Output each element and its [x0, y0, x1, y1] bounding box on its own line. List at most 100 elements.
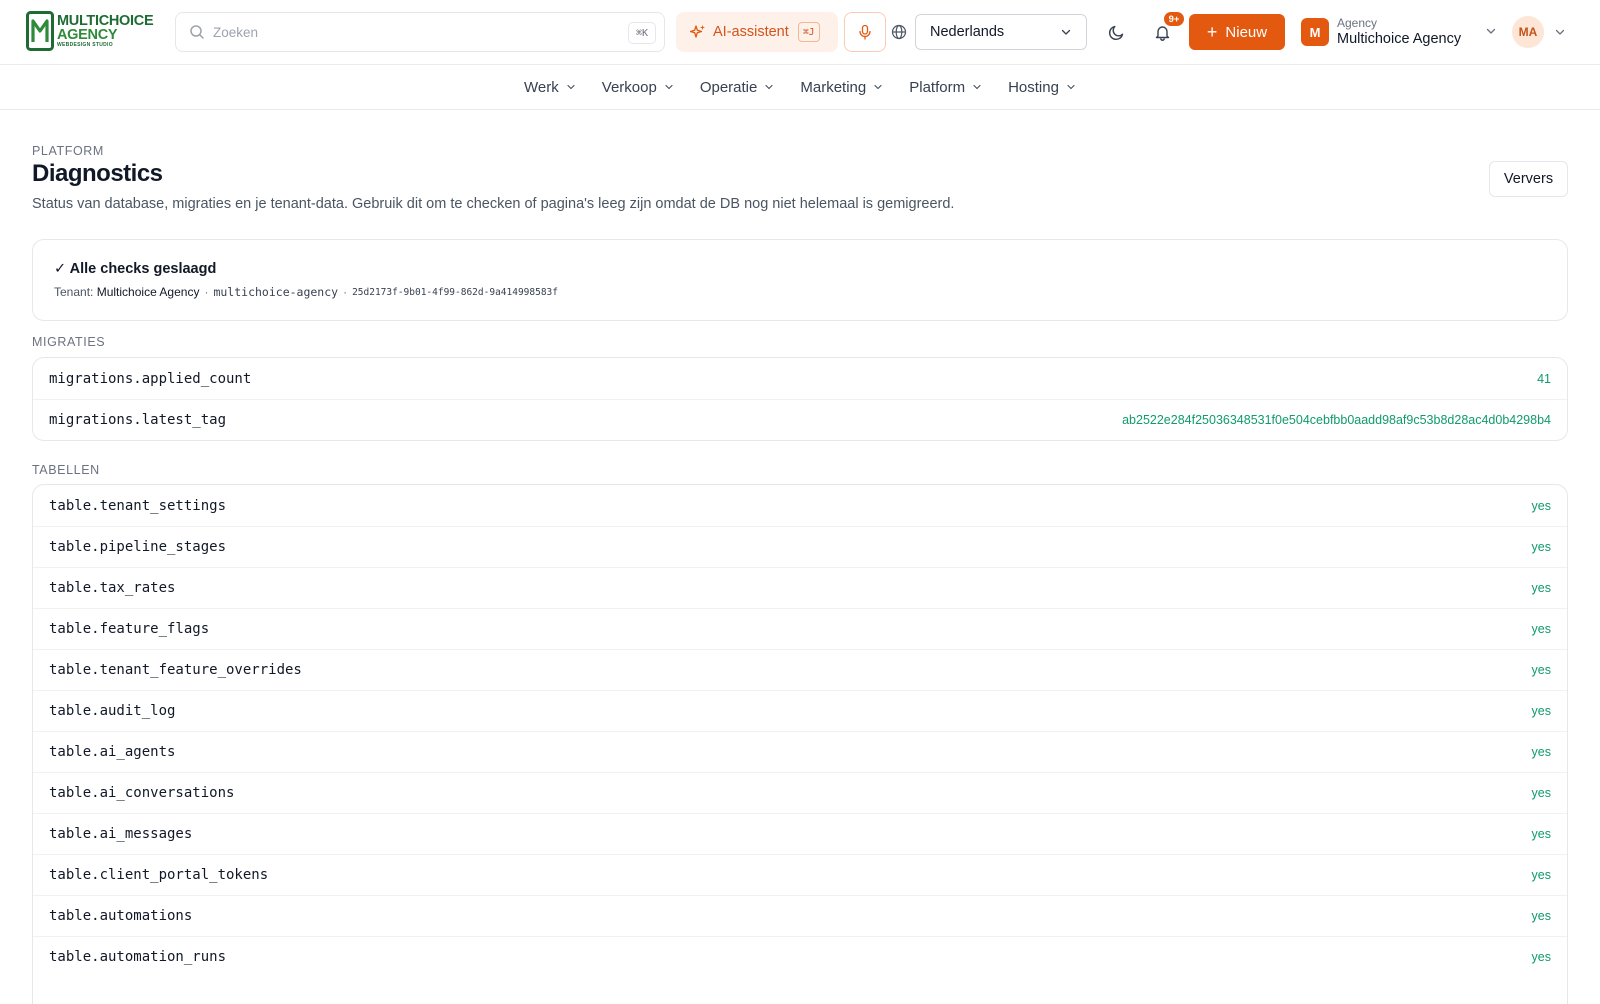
search-shortcut-hint: ⌘K: [628, 22, 656, 44]
new-item-button[interactable]: + Nieuw: [1189, 14, 1285, 50]
theme-toggle-button[interactable]: [1104, 20, 1128, 44]
breadcrumb: PLATFORM: [32, 144, 104, 158]
list-item: table.automation_runs yes: [33, 936, 1567, 977]
tenant-id: 25d2173f-9b01-4f99-862d-9a414998583f: [352, 286, 558, 298]
separator: ·: [343, 285, 348, 299]
chevron-down-icon: [874, 84, 882, 90]
check-key: table.tenant_settings: [49, 497, 227, 514]
nav-item-marketing[interactable]: Marketing: [800, 79, 883, 96]
global-search: ⌘K: [175, 12, 665, 52]
plus-icon: +: [1206, 22, 1218, 42]
tenant-name: Multichoice Agency: [96, 285, 200, 299]
language-select[interactable]: Nederlands: [915, 14, 1087, 50]
list-item: table.tax_rates yes: [33, 567, 1567, 608]
nav-item-werk[interactable]: Werk: [524, 79, 576, 96]
chevron-down-icon: [665, 84, 673, 90]
status-summary: ✓ Alle checks geslaagd: [54, 261, 217, 277]
list-item: table.feature_flags yes: [33, 608, 1567, 649]
user-menu[interactable]: MA: [1512, 16, 1568, 48]
avatar: MA: [1512, 16, 1544, 48]
check-key: table.tax_rates: [49, 580, 176, 596]
top-bar: MULTICHOICE AGENCY WEBDESIGN STUDIO ⌘K A…: [0, 0, 1600, 65]
check-key: table.client_portal_tokens: [49, 867, 269, 883]
check-value: yes: [1531, 909, 1551, 923]
nav-item-label: Platform: [909, 78, 966, 96]
nav-item-label: Hosting: [1008, 78, 1059, 96]
moon-icon: [1108, 25, 1123, 40]
list-item: migrations.applied_count 41: [33, 358, 1567, 399]
list-item: table.pipeline_stages yes: [33, 526, 1567, 567]
ai-shortcut-hint: ⌘J: [797, 22, 820, 42]
new-item-label: Nieuw: [1225, 23, 1268, 41]
nav-item-label: Operatie: [699, 78, 758, 96]
chevron-down-icon: [1067, 84, 1075, 90]
nav-item-label: Werk: [524, 78, 559, 96]
check-value: yes: [1531, 704, 1551, 718]
check-value: yes: [1531, 622, 1551, 636]
check-key: migrations.applied_count: [49, 370, 252, 387]
list-item: table.tenant_feature_overrides yes: [33, 649, 1567, 690]
check-value: yes: [1531, 663, 1551, 677]
nav-item-platform[interactable]: Platform: [909, 79, 982, 96]
chevron-down-icon: [973, 84, 981, 90]
microphone-icon: [859, 24, 871, 40]
list-item: table.client_portal_tokens yes: [33, 854, 1567, 895]
migrations-card: migrations.applied_count 41 migrations.l…: [32, 357, 1568, 441]
list-item: table.ai_conversations yes: [33, 772, 1567, 813]
check-value: 41: [1537, 371, 1551, 386]
globe-icon: [891, 24, 907, 40]
chevron-down-icon: [1061, 29, 1071, 35]
check-key: table.pipeline_stages: [49, 539, 227, 555]
separator: ·: [204, 285, 209, 299]
nav-item-operatie[interactable]: Operatie: [700, 79, 775, 96]
section-label-migrations: MIGRATIES: [32, 335, 106, 349]
check-value: yes: [1531, 786, 1551, 800]
list-item: table.automations yes: [33, 895, 1567, 936]
logo-text-secondary: AGENCY: [57, 26, 118, 43]
ai-assistant-button[interactable]: AI-assistent ⌘J: [676, 12, 838, 52]
check-value: yes: [1531, 498, 1551, 513]
search-input[interactable]: [213, 24, 613, 40]
status-card: ✓ Alle checks geslaagd Tenant: Multichoi…: [32, 239, 1568, 321]
language-select-value: Nederlands: [930, 24, 1005, 40]
check-key: table.feature_flags: [49, 621, 210, 637]
chevron-down-icon: [567, 84, 575, 90]
logo-mark-icon: [26, 11, 54, 51]
brand-logo[interactable]: MULTICHOICE AGENCY WEBDESIGN STUDIO: [26, 11, 160, 51]
nav-item-hosting[interactable]: Hosting: [1008, 79, 1076, 96]
check-key: table.automations: [49, 908, 193, 924]
nav-item-label: Verkoop: [601, 78, 657, 96]
logo-tagline: WEBDESIGN STUDIO: [57, 42, 113, 48]
section-label-tables: TABELLEN: [32, 463, 100, 477]
chevron-down-icon: [1555, 29, 1565, 35]
agency-name: Multichoice Agency: [1337, 30, 1462, 47]
tenant-info: Tenant: Multichoice Agency · multichoice…: [54, 285, 558, 299]
list-item: table.audit_log yes: [33, 690, 1567, 731]
check-value: yes: [1531, 745, 1551, 759]
tables-card: table.tenant_settings yes table.pipeline_…: [32, 484, 1568, 1004]
chevron-down-icon: [765, 84, 773, 90]
list-item: migrations.latest_tag ab2522e284f2503634…: [33, 399, 1567, 440]
agency-avatar: M: [1301, 18, 1329, 46]
list-item: table.tenant_settings yes: [33, 485, 1567, 526]
check-value: ab2522e284f25036348531f0e504cebfbb0aadd9…: [1122, 413, 1551, 427]
voice-input-button[interactable]: [844, 12, 886, 52]
check-key: table.audit_log: [49, 703, 176, 719]
agency-type-label: Agency: [1337, 15, 1378, 30]
check-value: yes: [1531, 868, 1551, 882]
agency-switcher[interactable]: M Agency Multichoice Agency: [1301, 14, 1497, 50]
check-value: yes: [1531, 950, 1551, 964]
list-item: table.ai_messages yes: [33, 813, 1567, 854]
check-value: yes: [1531, 827, 1551, 841]
check-key: table.ai_agents: [49, 744, 176, 760]
check-key: table.automation_runs: [49, 949, 227, 965]
page-subtitle: Status van database, migraties en je ten…: [32, 196, 955, 212]
nav-item-verkoop[interactable]: Verkoop: [602, 79, 674, 96]
chevron-down-icon: [1486, 28, 1496, 34]
page-title: Diagnostics: [32, 160, 163, 187]
sparkles-icon: [690, 25, 705, 38]
refresh-button[interactable]: Ververs: [1489, 161, 1568, 197]
check-key: table.ai_conversations: [49, 785, 235, 801]
check-value: yes: [1531, 540, 1551, 554]
tenant-slug: multichoice-agency: [213, 285, 339, 299]
